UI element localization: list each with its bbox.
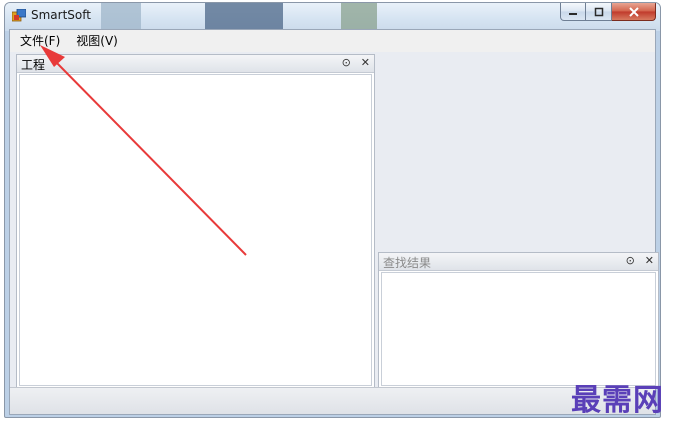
close-icon[interactable]: ✕ bbox=[361, 56, 370, 69]
menu-file[interactable]: 文件(F) bbox=[14, 31, 66, 51]
title-bar-deco bbox=[101, 3, 141, 29]
search-results-panel-title: 查找结果 bbox=[383, 256, 432, 270]
search-results-panel-header[interactable]: 查找结果 ⊙ ✕ bbox=[379, 253, 658, 271]
title-bar-deco bbox=[341, 3, 377, 29]
status-bar bbox=[10, 387, 655, 414]
close-button[interactable] bbox=[612, 3, 656, 21]
close-icon bbox=[628, 6, 639, 17]
pin-icon[interactable]: ⊙ bbox=[342, 56, 351, 69]
caption-buttons bbox=[560, 3, 656, 22]
app-icon bbox=[12, 9, 26, 22]
maximize-icon bbox=[594, 7, 603, 16]
title-bar-deco bbox=[205, 3, 283, 29]
menu-view[interactable]: 视图(V) bbox=[70, 31, 124, 51]
search-results-area[interactable] bbox=[381, 272, 656, 386]
close-icon[interactable]: ✕ bbox=[645, 254, 654, 267]
client-area: 文件(F) 视图(V) 工程 ⊙ ✕ 查找结果 ⊙ ✕ bbox=[9, 29, 659, 415]
project-panel: 工程 ⊙ ✕ bbox=[16, 54, 375, 389]
title-bar[interactable]: SmartSoft bbox=[5, 3, 660, 29]
project-panel-header[interactable]: 工程 ⊙ ✕ bbox=[17, 55, 374, 73]
search-results-panel: 查找结果 ⊙ ✕ bbox=[378, 252, 659, 389]
pin-icon[interactable]: ⊙ bbox=[626, 254, 635, 267]
minimize-icon bbox=[569, 12, 577, 15]
maximize-button[interactable] bbox=[586, 3, 612, 21]
menu-bar: 文件(F) 视图(V) bbox=[10, 30, 655, 52]
window-title: SmartSoft bbox=[31, 8, 91, 22]
minimize-button[interactable] bbox=[560, 3, 586, 21]
watermark-text: 最需网 bbox=[571, 383, 664, 418]
project-panel-title: 工程 bbox=[21, 58, 46, 72]
project-tree-area[interactable] bbox=[19, 74, 372, 386]
app-window: SmartSoft 文件(F) 视图(V) 工程 ⊙ ✕ 查找结果 ⊙ ✕ bbox=[4, 2, 661, 418]
